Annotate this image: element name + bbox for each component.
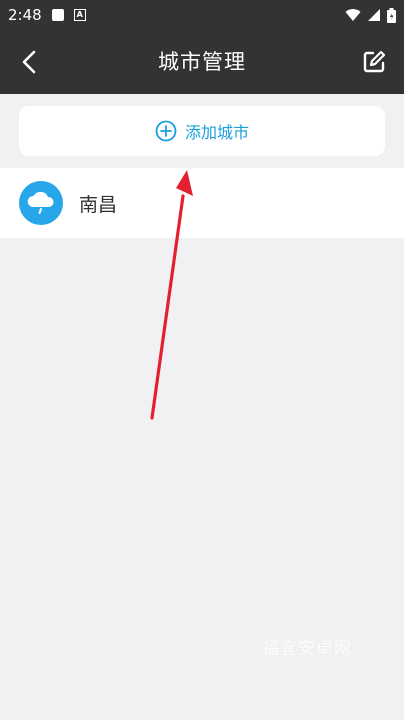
- list-item[interactable]: 南昌: [0, 168, 404, 238]
- plus-circle-icon: [155, 120, 177, 142]
- square-icon: [51, 9, 64, 21]
- signal-icon: [368, 9, 380, 21]
- wifi-icon: [345, 9, 361, 21]
- status-time: 2:48: [8, 6, 42, 24]
- edit-icon[interactable]: [362, 50, 386, 74]
- city-name: 南昌: [79, 193, 118, 216]
- a-badge-icon: A: [73, 9, 86, 21]
- status-bar: 2:48 A: [0, 0, 404, 30]
- watermark: 福宜安卓网: [262, 639, 352, 659]
- cloud-rain-icon: [19, 181, 63, 225]
- status-icons: [345, 7, 396, 23]
- add-city-label: 添加城市: [184, 123, 249, 142]
- battery-icon: [387, 7, 396, 23]
- page-title: 城市管理: [158, 50, 246, 74]
- add-city-button[interactable]: 添加城市: [19, 106, 385, 156]
- app-bar: 城市管理: [0, 30, 404, 94]
